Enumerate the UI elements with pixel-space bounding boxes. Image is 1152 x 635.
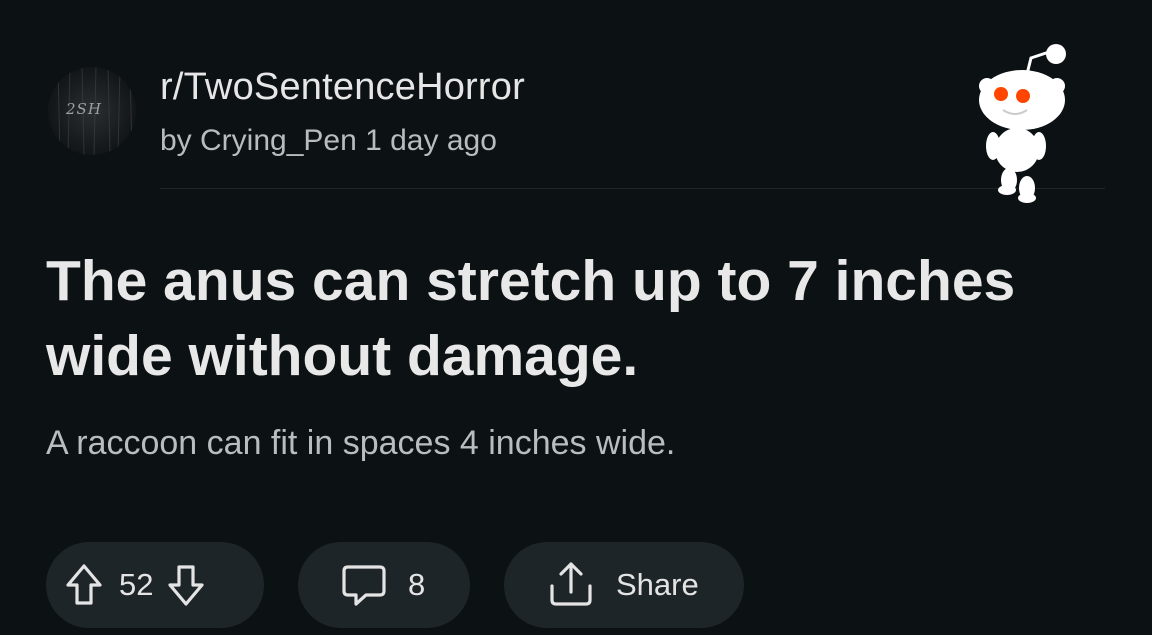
post-meta: by Crying_Pen 1 day ago [160, 124, 497, 157]
header-divider [160, 188, 1105, 189]
speech-bubble-icon [340, 561, 388, 609]
share-button[interactable]: Share [504, 542, 744, 628]
vote-count: 52 [119, 567, 154, 602]
post-title[interactable]: The anus can stretch up to 7 inches wide… [46, 244, 1046, 394]
snoo-mascot-icon [965, 38, 1075, 203]
post-body: A raccoon can fit in spaces 4 inches wid… [46, 424, 676, 462]
arrow-up-icon[interactable] [65, 563, 103, 607]
arrow-down-icon[interactable] [167, 563, 205, 607]
avatar-logo-text: 2SH [66, 100, 102, 118]
subreddit-name[interactable]: r/TwoSentenceHorror [160, 66, 525, 109]
post-screen: 2SH r/TwoSentenceHorror by Crying_Pen 1 … [0, 0, 1152, 635]
share-icon [546, 560, 596, 610]
comments-button[interactable]: 8 [298, 542, 470, 628]
subreddit-avatar[interactable]: 2SH [48, 67, 136, 155]
vote-bar: 52 [46, 542, 264, 628]
share-label: Share [616, 567, 699, 602]
comment-count: 8 [408, 567, 426, 602]
